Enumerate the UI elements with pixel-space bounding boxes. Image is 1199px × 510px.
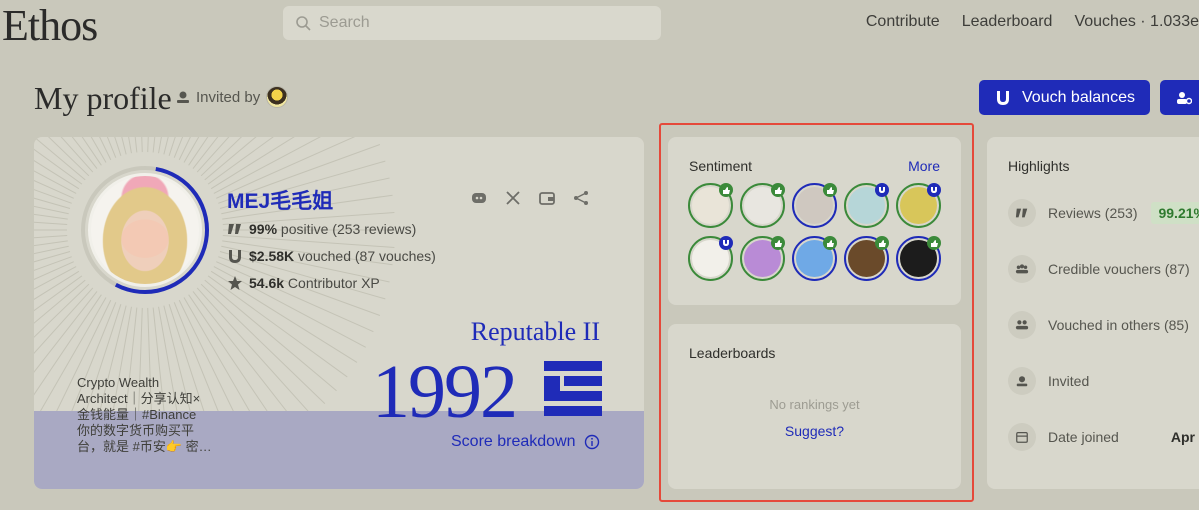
voter-avatar[interactable] <box>688 183 733 228</box>
search-input[interactable]: Search <box>283 6 661 40</box>
bio-line: 你的数字货币购买平 <box>77 423 195 438</box>
people-icon <box>1008 311 1036 339</box>
reputation-score: 1992 <box>372 350 518 434</box>
thumbs-up-icon <box>823 236 837 250</box>
voter-avatar[interactable] <box>792 183 837 228</box>
bio-line: 金钱能量｜#Binance <box>77 407 197 422</box>
reviews-percent: 99% <box>249 221 278 237</box>
invited-by: Invited by <box>176 86 289 108</box>
discord-icon[interactable] <box>470 189 488 207</box>
share-icon[interactable] <box>572 189 590 207</box>
highlights-panel: Highlights Reviews (253) 99.21% Credible… <box>987 137 1199 489</box>
date-joined-value: Apr <box>1170 429 1195 445</box>
search-placeholder: Search <box>319 14 370 31</box>
vouch-balances-button[interactable]: Vouch balances <box>979 80 1150 115</box>
reviews-icon <box>228 224 241 234</box>
social-links <box>470 189 590 207</box>
reputation-tier: Reputable II <box>470 317 600 346</box>
suggest-link[interactable]: Suggest? <box>668 423 961 439</box>
info-icon <box>584 434 599 450</box>
group-icon <box>1008 255 1036 283</box>
ethos-mark-icon <box>544 361 602 416</box>
invited-by-label: Invited by <box>196 88 261 106</box>
leaderboards-panel: Leaderboards No rankings yet Suggest? <box>668 324 961 489</box>
profile-card: MEJ毛毛姐 99% positive (253 reviews) $2.58K… <box>34 137 644 489</box>
highlight-reviews[interactable]: Reviews (253) 99.21% <box>1008 199 1199 227</box>
sentiment-title: Sentiment <box>689 158 753 174</box>
page-title: My profile <box>34 80 172 116</box>
user-settings-icon <box>1177 91 1192 104</box>
stat-xp[interactable]: 54.6k Contributor XP <box>227 275 380 291</box>
sentiment-panel: Sentiment More <box>668 137 961 305</box>
vouched-text: vouched (87 vouches) <box>294 248 436 264</box>
vouch-badge-icon <box>927 183 941 197</box>
invite-icon <box>177 91 189 103</box>
voter-avatar[interactable] <box>740 236 785 281</box>
leaderboards-title: Leaderboards <box>689 345 776 361</box>
voter-avatar[interactable] <box>844 183 889 228</box>
thumbs-up-icon <box>771 183 785 197</box>
avatar-ring <box>80 165 210 295</box>
stat-reviews[interactable]: 99% positive (253 reviews) <box>227 221 416 237</box>
manage-users-button[interactable] <box>1160 80 1199 115</box>
nav-leaderboard[interactable]: Leaderboard <box>962 13 1053 31</box>
highlight-credible-vouchers[interactable]: Credible vouchers (87) <box>1008 255 1190 283</box>
sentiment-more-link[interactable]: More <box>908 158 940 174</box>
nav-contribute[interactable]: Contribute <box>866 13 940 31</box>
highlight-reviews-label: Reviews (253) <box>1048 205 1138 221</box>
highlight-invited-label: Invited <box>1048 373 1090 389</box>
nav-vouches[interactable]: Vouches · 1.033e <box>1074 13 1199 31</box>
thumbs-up-icon <box>927 236 941 250</box>
vouch-shield-icon <box>229 250 241 263</box>
reviews-icon <box>1008 199 1036 227</box>
highlight-date-joined: Date joined Apr <box>1008 423 1195 451</box>
search-icon <box>296 16 311 31</box>
voter-avatar[interactable] <box>688 236 733 281</box>
vouch-badge-icon <box>875 183 889 197</box>
profile-bio: Crypto Wealth Architect｜分享认知× 金钱能量｜#Bina… <box>77 375 217 455</box>
x-icon[interactable] <box>504 189 522 207</box>
thumbs-up-icon <box>875 236 889 250</box>
no-rankings-text: No rankings yet <box>769 397 860 412</box>
reviews-text: positive (253 reviews) <box>277 221 417 237</box>
stat-vouched[interactable]: $2.58K vouched (87 vouches) <box>227 248 436 264</box>
vouch-icon <box>997 90 1009 105</box>
highlight-date-label: Date joined <box>1048 429 1119 445</box>
thumbs-up-icon <box>771 236 785 250</box>
xp-text: Contributor XP <box>284 275 380 291</box>
bio-line: Architect｜分享认知× <box>77 391 201 406</box>
voter-avatar[interactable] <box>844 236 889 281</box>
vouch-badge-icon <box>719 236 733 250</box>
highlight-vouched-in-others[interactable]: Vouched in others (85) <box>1008 311 1189 339</box>
voter-avatar[interactable] <box>792 236 837 281</box>
bio-line: 台，就是 #币安👉 密… <box>77 439 212 454</box>
calendar-icon <box>1008 423 1036 451</box>
vouched-amount: $2.58K <box>249 248 295 264</box>
profile-avatar[interactable] <box>88 173 202 287</box>
highlight-invited[interactable]: Invited <box>1008 367 1089 395</box>
ethos-logo[interactable]: Ethos <box>2 0 98 51</box>
wallet-icon[interactable] <box>538 189 556 207</box>
thumbs-up-icon <box>823 183 837 197</box>
highlight-credible-label: Credible vouchers (87) <box>1048 261 1190 277</box>
voter-avatar[interactable] <box>740 183 785 228</box>
voter-avatars <box>688 183 941 281</box>
xp-star-icon <box>228 276 242 290</box>
thumbs-up-icon <box>719 183 733 197</box>
voter-avatar[interactable] <box>896 236 941 281</box>
reviews-positive-badge: 99.21% <box>1151 202 1199 224</box>
score-breakdown-link[interactable]: Score breakdown <box>451 433 600 451</box>
highlights-title: Highlights <box>1008 158 1070 174</box>
score-breakdown-label: Score breakdown <box>451 433 576 450</box>
top-nav: Contribute Leaderboard Vouches · 1.033e <box>866 13 1199 31</box>
bio-line: Crypto Wealth <box>77 375 160 390</box>
vouch-balances-label: Vouch balances <box>1022 88 1135 106</box>
highlight-vouched-label: Vouched in others (85) <box>1048 317 1189 333</box>
profile-name: MEJ毛毛姐 <box>227 190 334 213</box>
invite-icon <box>1008 367 1036 395</box>
xp-amount: 54.6k <box>249 275 285 291</box>
inviter-avatar[interactable] <box>266 86 289 108</box>
voter-avatar[interactable] <box>896 183 941 228</box>
